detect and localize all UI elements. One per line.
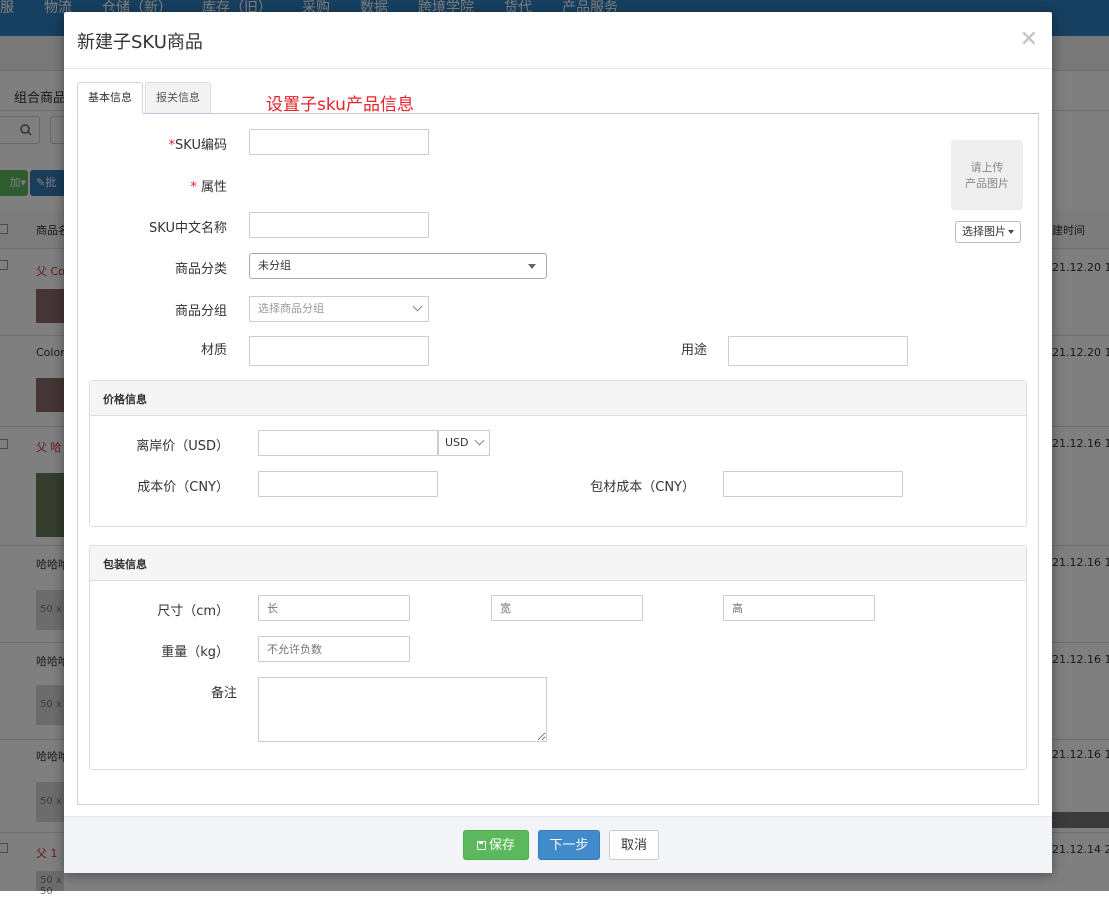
- cost-price-label: 成本价（CNY）: [137, 480, 229, 495]
- offshore-price-input[interactable]: [258, 430, 438, 456]
- modal-title: 新建子SKU商品: [77, 32, 203, 53]
- modal-tabs: 基本信息 报关信息: [77, 82, 1038, 114]
- choose-image-button[interactable]: 选择图片: [955, 221, 1021, 243]
- packing-info-panel: 包装信息: [89, 545, 1027, 770]
- weight-label: 重量（kg）: [161, 645, 229, 660]
- material-label: 材质: [200, 343, 227, 358]
- usage-input[interactable]: [728, 336, 908, 366]
- price-info-panel: 价格信息: [89, 380, 1027, 527]
- height-input[interactable]: [723, 595, 875, 621]
- modal-footer: 保存 下一步 取消: [64, 816, 1052, 873]
- offshore-price-label: 离岸价（USD）: [136, 439, 229, 454]
- group-placeholder: 选择商品分组: [258, 302, 324, 315]
- price-panel-header: 价格信息: [90, 381, 1026, 416]
- image-placeholder-text: 产品图片: [965, 177, 1009, 190]
- annotation-text: 设置子sku产品信息: [266, 95, 414, 115]
- category-label: 商品分类: [174, 262, 227, 277]
- cost-price-input[interactable]: [258, 471, 438, 497]
- price-panel-title: 价格信息: [103, 393, 147, 406]
- packing-panel-title: 包装信息: [103, 558, 147, 571]
- tab-basic-info[interactable]: 基本信息: [77, 82, 143, 114]
- image-placeholder-text: 请上传: [970, 161, 1004, 174]
- attribute-label: * 属性: [190, 180, 227, 195]
- currency-value: USD: [445, 436, 469, 449]
- size-label: 尺寸（cm）: [157, 604, 229, 619]
- material-input[interactable]: [249, 336, 429, 366]
- usage-label: 用途: [680, 343, 707, 358]
- caret-down-icon: [528, 264, 536, 269]
- modal-header: 新建子SKU商品 ×: [64, 12, 1052, 69]
- width-input[interactable]: [491, 595, 643, 621]
- sku-cn-name-input[interactable]: [249, 212, 429, 238]
- category-select[interactable]: 未分组: [249, 253, 547, 279]
- group-select[interactable]: 选择商品分组: [249, 296, 429, 322]
- currency-select[interactable]: USD: [438, 430, 490, 456]
- product-image-placeholder[interactable]: 请上传 产品图片: [951, 140, 1023, 210]
- close-icon[interactable]: ×: [1020, 26, 1038, 51]
- chevron-down-icon: [412, 301, 423, 312]
- save-button[interactable]: 保存: [463, 830, 529, 860]
- new-sku-modal: 新建子SKU商品 × 基本信息 报关信息 设置子sku产品信息 *SKU编码 *…: [64, 12, 1052, 873]
- weight-input[interactable]: [258, 636, 410, 662]
- group-label: 商品分组: [174, 304, 227, 319]
- category-value: 未分组: [258, 259, 291, 272]
- sku-code-label: *SKU编码: [168, 138, 227, 153]
- packaging-cost-label: 包材成本（CNY）: [590, 480, 695, 495]
- tab-customs-info[interactable]: 报关信息: [145, 82, 211, 113]
- length-input[interactable]: [258, 595, 410, 621]
- packaging-cost-input[interactable]: [723, 471, 903, 497]
- cancel-button[interactable]: 取消: [609, 830, 659, 860]
- next-step-button[interactable]: 下一步: [538, 830, 600, 860]
- remark-textarea[interactable]: [258, 677, 547, 742]
- sku-cn-name-label: SKU中文名称: [149, 221, 227, 236]
- floppy-disk-icon: [476, 841, 486, 850]
- remark-label: 备注: [210, 686, 237, 701]
- packing-panel-header: 包装信息: [90, 546, 1026, 581]
- chevron-down-icon: [474, 435, 485, 446]
- caret-down-icon: [1008, 230, 1014, 234]
- sku-code-input[interactable]: [249, 129, 429, 155]
